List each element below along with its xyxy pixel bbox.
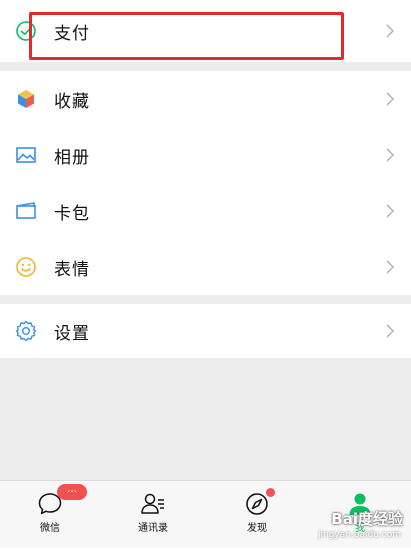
menu-item-label: 收藏 [54,91,90,112]
tab-contacts[interactable]: 通讯录 [108,481,198,541]
chevron-right-icon [386,204,395,218]
settings-group: 设置 [0,304,411,358]
tab-label: 发现 [247,523,267,534]
favorites-cube-icon [18,90,34,108]
menu-item-label: 设置 [54,323,90,344]
tab-discover[interactable]: 发现 [212,481,302,541]
tab-label: 通讯录 [138,523,168,534]
menu-item-favorites[interactable]: 收藏 [0,71,411,127]
new-indicator-dot [266,488,275,497]
tab-chats[interactable]: ··· 微信 [5,481,95,541]
system-nav-bar [0,548,411,555]
features-group: 收藏 相册 卡包 表情 [0,71,411,295]
menu-item-pay[interactable]: 支付 [0,0,411,62]
watermark-url: jingyan.baidu.com [317,530,401,540]
chevron-right-icon [386,324,395,338]
menu-item-card-wallet[interactable]: 卡包 [0,183,411,239]
tab-label: 微信 [40,523,60,534]
chevron-right-icon [386,260,395,274]
menu-item-settings[interactable]: 设置 [0,304,411,358]
menu-item-label: 相册 [54,147,90,168]
contacts-icon [141,493,164,514]
album-image-icon [16,147,36,163]
sticker-smile-icon [16,257,36,277]
chevron-right-icon [386,92,395,106]
menu-item-album[interactable]: 相册 [0,127,411,183]
settings-gear-icon [15,320,37,342]
pay-group: 支付 [0,0,411,62]
menu-item-label: 支付 [54,23,90,44]
me-screen: 支付 收藏 相册 卡包 表情 设置 ··· 微信 通讯录 发现 我 Bai度经验… [0,0,411,555]
menu-item-label: 卡包 [54,203,90,224]
pay-check-icon [16,21,36,41]
unread-badge: ··· [57,484,87,500]
watermark-logo: Bai度经验 [331,510,403,528]
menu-item-label: 表情 [54,259,90,280]
menu-item-stickers[interactable]: 表情 [0,239,411,295]
card-wallet-icon [16,202,36,219]
chevron-right-icon [386,148,395,162]
chevron-right-icon [386,24,395,38]
